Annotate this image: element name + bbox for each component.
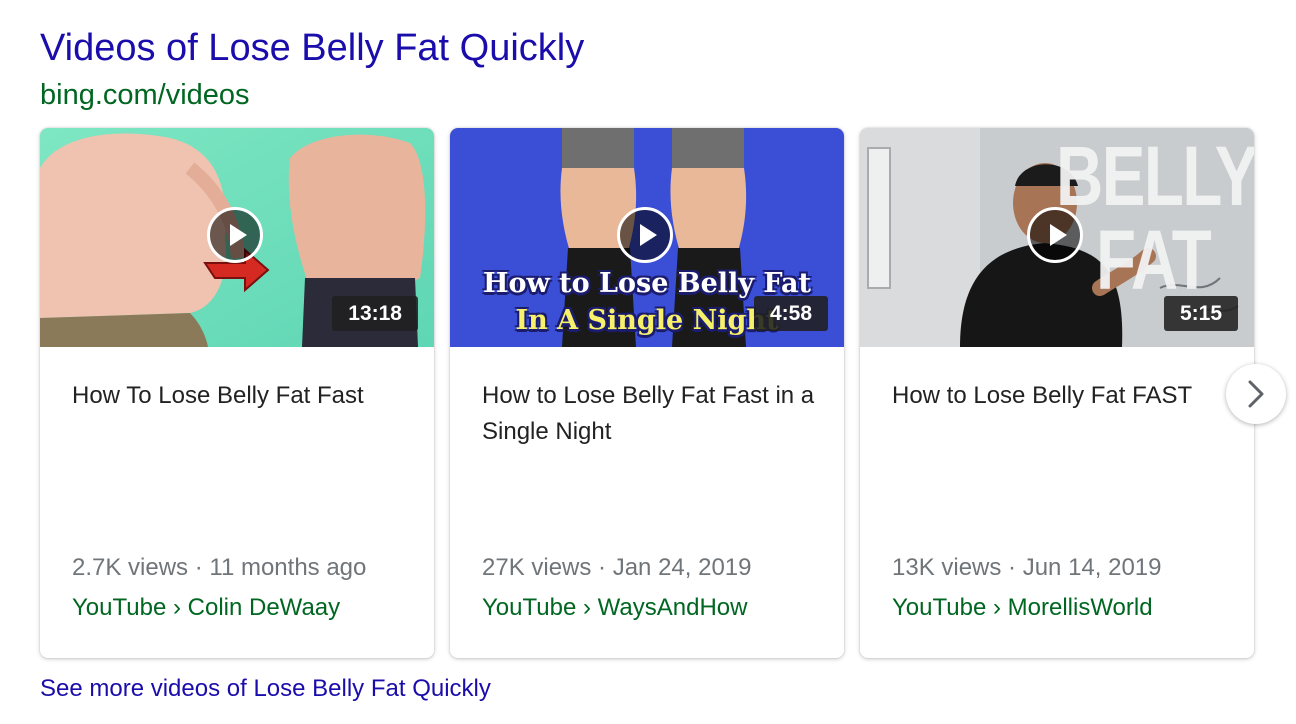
video-source[interactable]: YouTube › MorellisWorld: [892, 592, 1153, 624]
video-title[interactable]: How to Lose Belly Fat FAST: [892, 378, 1232, 414]
video-source[interactable]: YouTube › Colin DeWaay: [72, 592, 340, 624]
video-duration: 5:15: [1163, 296, 1238, 331]
play-icon[interactable]: [207, 207, 263, 263]
video-meta: 2.7K views · 11 months ago: [72, 554, 367, 581]
video-results-page: Videos of Lose Belly Fat Quickly bing.co…: [0, 0, 1296, 724]
play-icon[interactable]: [1027, 207, 1083, 263]
see-more-videos-link[interactable]: See more videos of Lose Belly Fat Quickl…: [40, 673, 491, 705]
thumbnail-caption-line-2: FAT: [1096, 213, 1212, 307]
video-thumbnail[interactable]: How to Lose Belly Fat In A Single Night …: [450, 128, 844, 347]
play-icon[interactable]: [617, 207, 673, 263]
video-title[interactable]: How to Lose Belly Fat Fast in a Single N…: [482, 378, 822, 450]
video-card[interactable]: BELLY FAT 5:15 How to Lose Belly Fat FAS…: [860, 128, 1254, 658]
video-card[interactable]: 13:18 How To Lose Belly Fat Fast 2.7K vi…: [40, 128, 434, 658]
video-duration: 4:58: [753, 296, 828, 331]
video-thumbnail[interactable]: 13:18: [40, 128, 434, 347]
video-meta: 13K views · Jun 14, 2019: [892, 554, 1162, 581]
chevron-right-icon: [1248, 380, 1264, 408]
video-source[interactable]: YouTube › WaysAndHow: [482, 592, 747, 624]
video-duration: 13:18: [332, 296, 418, 331]
video-meta: 27K views · Jan 24, 2019: [482, 554, 752, 581]
carousel-next-button[interactable]: [1226, 364, 1286, 424]
video-card[interactable]: How to Lose Belly Fat In A Single Night …: [450, 128, 844, 658]
video-title[interactable]: How To Lose Belly Fat Fast: [72, 378, 412, 414]
source-url: bing.com/videos: [40, 79, 250, 111]
video-thumbnail[interactable]: BELLY FAT 5:15: [860, 128, 1254, 347]
videos-heading-link[interactable]: Videos of Lose Belly Fat Quickly: [40, 24, 584, 72]
thumbnail-caption-line-1: BELLY: [1056, 129, 1254, 223]
